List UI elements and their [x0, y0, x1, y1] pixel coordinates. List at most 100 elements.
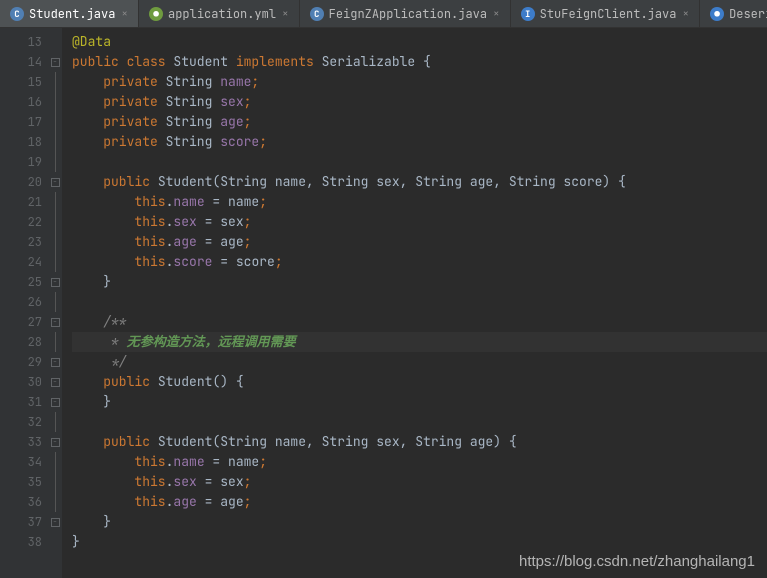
- fold-gutter: − − − − − − − − −: [48, 28, 62, 578]
- code-line: private String score;: [72, 132, 767, 152]
- fold-toggle-icon[interactable]: −: [51, 278, 60, 287]
- line-number: 38: [0, 532, 42, 552]
- tab-stufeignclient[interactable]: I StuFeignClient.java ×: [511, 0, 700, 27]
- java-class-icon: ●: [710, 7, 724, 21]
- tab-label: Student.java: [29, 6, 115, 22]
- line-number: 21: [0, 192, 42, 212]
- fold-cell: [48, 412, 62, 432]
- line-number: 27: [0, 312, 42, 332]
- fold-cell: [48, 32, 62, 52]
- close-icon[interactable]: ×: [682, 7, 689, 21]
- fold-cell: [48, 72, 62, 92]
- code-line: private String name;: [72, 72, 767, 92]
- fold-cell: −: [48, 512, 62, 532]
- code-line: }: [72, 512, 767, 532]
- fold-toggle-icon[interactable]: −: [51, 358, 60, 367]
- code-line: [72, 412, 767, 432]
- fold-cell: [48, 92, 62, 112]
- code-line: [72, 292, 767, 312]
- tab-label: DeserializationContext.ja: [729, 6, 767, 22]
- tab-label: FeignZApplication.java: [329, 6, 487, 22]
- fold-cell: −: [48, 52, 62, 72]
- line-number: 37: [0, 512, 42, 532]
- code-line: public Student() {: [72, 372, 767, 392]
- line-number: 26: [0, 292, 42, 312]
- code-line: }: [72, 392, 767, 412]
- fold-cell: [48, 152, 62, 172]
- fold-cell: −: [48, 172, 62, 192]
- fold-toggle-icon[interactable]: −: [51, 178, 60, 187]
- close-icon[interactable]: ×: [493, 7, 500, 21]
- code-line: * 无参构造方法，远程调用需要: [72, 332, 767, 352]
- editor-area: 1314151617181920@21222324252627282930@31…: [0, 28, 767, 578]
- fold-cell: [48, 232, 62, 252]
- code-line: this.name = name;: [72, 452, 767, 472]
- line-number: 15: [0, 72, 42, 92]
- line-number: 29: [0, 352, 42, 372]
- tab-application-yml[interactable]: ● application.yml ×: [139, 0, 300, 27]
- line-number: 17: [0, 112, 42, 132]
- fold-toggle-icon[interactable]: −: [51, 398, 60, 407]
- code-line: @Data: [72, 32, 767, 52]
- line-number: 34: [0, 452, 42, 472]
- line-number: 24: [0, 252, 42, 272]
- fold-toggle-icon[interactable]: −: [51, 58, 60, 67]
- line-number: 35: [0, 472, 42, 492]
- line-number: 22: [0, 212, 42, 232]
- fold-cell: [48, 532, 62, 552]
- tab-label: StuFeignClient.java: [540, 6, 677, 22]
- code-line: this.score = score;: [72, 252, 767, 272]
- line-number: 19: [0, 152, 42, 172]
- line-number: 16: [0, 92, 42, 112]
- watermark-text: https://blog.csdn.net/zhanghailang1: [519, 553, 755, 570]
- code-line: public class Student implements Serializ…: [72, 52, 767, 72]
- fold-cell: [48, 472, 62, 492]
- code-line: private String age;: [72, 112, 767, 132]
- tab-feignz-application[interactable]: C FeignZApplication.java ×: [300, 0, 511, 27]
- code-line: }: [72, 532, 767, 552]
- fold-toggle-icon[interactable]: −: [51, 318, 60, 327]
- line-number: 13: [0, 32, 42, 52]
- fold-cell: −: [48, 272, 62, 292]
- fold-cell: [48, 452, 62, 472]
- close-icon[interactable]: ×: [121, 7, 128, 21]
- code-line: this.age = age;: [72, 232, 767, 252]
- fold-cell: [48, 252, 62, 272]
- code-line: this.sex = sex;: [72, 472, 767, 492]
- fold-cell: −: [48, 312, 62, 332]
- code-area[interactable]: @Data public class Student implements Se…: [62, 28, 767, 578]
- code-line: private String sex;: [72, 92, 767, 112]
- java-class-icon: C: [310, 7, 324, 21]
- code-line: [72, 152, 767, 172]
- fold-cell: [48, 192, 62, 212]
- close-icon[interactable]: ×: [282, 7, 289, 21]
- fold-toggle-icon[interactable]: −: [51, 518, 60, 527]
- line-number-gutter: 1314151617181920@21222324252627282930@31…: [0, 28, 48, 578]
- fold-cell: −: [48, 432, 62, 452]
- fold-toggle-icon[interactable]: −: [51, 378, 60, 387]
- code-line: */: [72, 352, 767, 372]
- yml-icon: ●: [149, 7, 163, 21]
- line-number: 23: [0, 232, 42, 252]
- fold-cell: −: [48, 352, 62, 372]
- line-number: 18: [0, 132, 42, 152]
- code-line: this.name = name;: [72, 192, 767, 212]
- line-number: 28: [0, 332, 42, 352]
- tab-deserialization[interactable]: ● DeserializationContext.ja: [700, 0, 767, 27]
- line-number: 33@: [0, 432, 42, 452]
- fold-cell: [48, 492, 62, 512]
- code-line: this.sex = sex;: [72, 212, 767, 232]
- fold-cell: [48, 292, 62, 312]
- line-number: 25: [0, 272, 42, 292]
- tab-student-java[interactable]: C Student.java ×: [0, 0, 139, 27]
- fold-cell: [48, 332, 62, 352]
- fold-cell: [48, 132, 62, 152]
- line-number: 36: [0, 492, 42, 512]
- line-number: 20@: [0, 172, 42, 192]
- tab-label: application.yml: [168, 6, 276, 22]
- fold-toggle-icon[interactable]: −: [51, 438, 60, 447]
- code-line: this.age = age;: [72, 492, 767, 512]
- fold-cell: [48, 212, 62, 232]
- code-line: public Student(String name, String sex, …: [72, 432, 767, 452]
- java-interface-icon: I: [521, 7, 535, 21]
